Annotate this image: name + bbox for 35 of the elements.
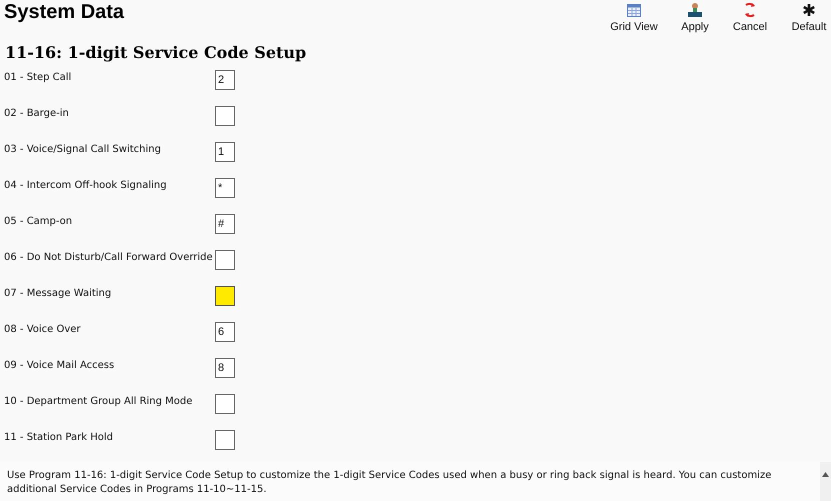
- input-field[interactable]: [215, 394, 235, 414]
- field-label: 08 - Voice Over: [4, 323, 82, 335]
- input-field[interactable]: [215, 430, 235, 450]
- stamp-icon: [687, 2, 703, 18]
- input-field[interactable]: [215, 250, 235, 270]
- field-label: 10 - Department Group All Ring Mode: [4, 395, 194, 407]
- grid-icon: [627, 4, 641, 16]
- field-label: 01 - Step Call: [4, 71, 72, 83]
- field-label: 07 - Message Waiting: [4, 287, 112, 299]
- field-label: 05 - Camp-on: [4, 215, 74, 227]
- toolbar-button[interactable]: Grid View: [607, 2, 661, 33]
- section-heading: 11-16: 1-digit Service Code Setup: [4, 42, 308, 64]
- toolbar-button[interactable]: Cancel: [729, 2, 771, 33]
- field-label: 06 - Do Not Disturb/Call Forward Override: [4, 251, 214, 263]
- scrollbar[interactable]: [820, 462, 831, 501]
- field-label: 11 - Station Park Hold: [4, 431, 114, 443]
- input-field[interactable]: [215, 106, 235, 126]
- field-label: 09 - Voice Mail Access: [4, 359, 116, 371]
- field-label: 03 - Voice/Signal Call Switching: [4, 143, 162, 155]
- input-field[interactable]: 1: [215, 142, 235, 162]
- input-field[interactable]: *: [215, 178, 235, 198]
- toolbar-button[interactable]: Apply: [675, 2, 715, 33]
- input-field[interactable]: #: [215, 214, 235, 234]
- input-field[interactable]: [215, 286, 235, 306]
- help-text: Use Program 11-16: 1-digit Service Code Setup to customize the 1-digit Service Codes used when a busy or ring back signal is heard. You can customize additional Service Codes in Programs 11-10~11-15.: [6, 469, 772, 497]
- input-field[interactable]: 8: [215, 358, 235, 378]
- input-field[interactable]: 6: [215, 322, 235, 342]
- toolbar-button[interactable]: Default: [787, 2, 831, 33]
- field-label: 02 - Barge-in: [4, 107, 70, 119]
- input-field[interactable]: 2: [215, 70, 235, 90]
- window-title: System Data: [3, 0, 124, 24]
- field-label: 04 - Intercom Off-hook Signaling: [4, 179, 168, 191]
- refresh-icon: [743, 2, 757, 18]
- scroll-up-icon[interactable]: [822, 472, 829, 477]
- asterisk-icon: [802, 3, 816, 17]
